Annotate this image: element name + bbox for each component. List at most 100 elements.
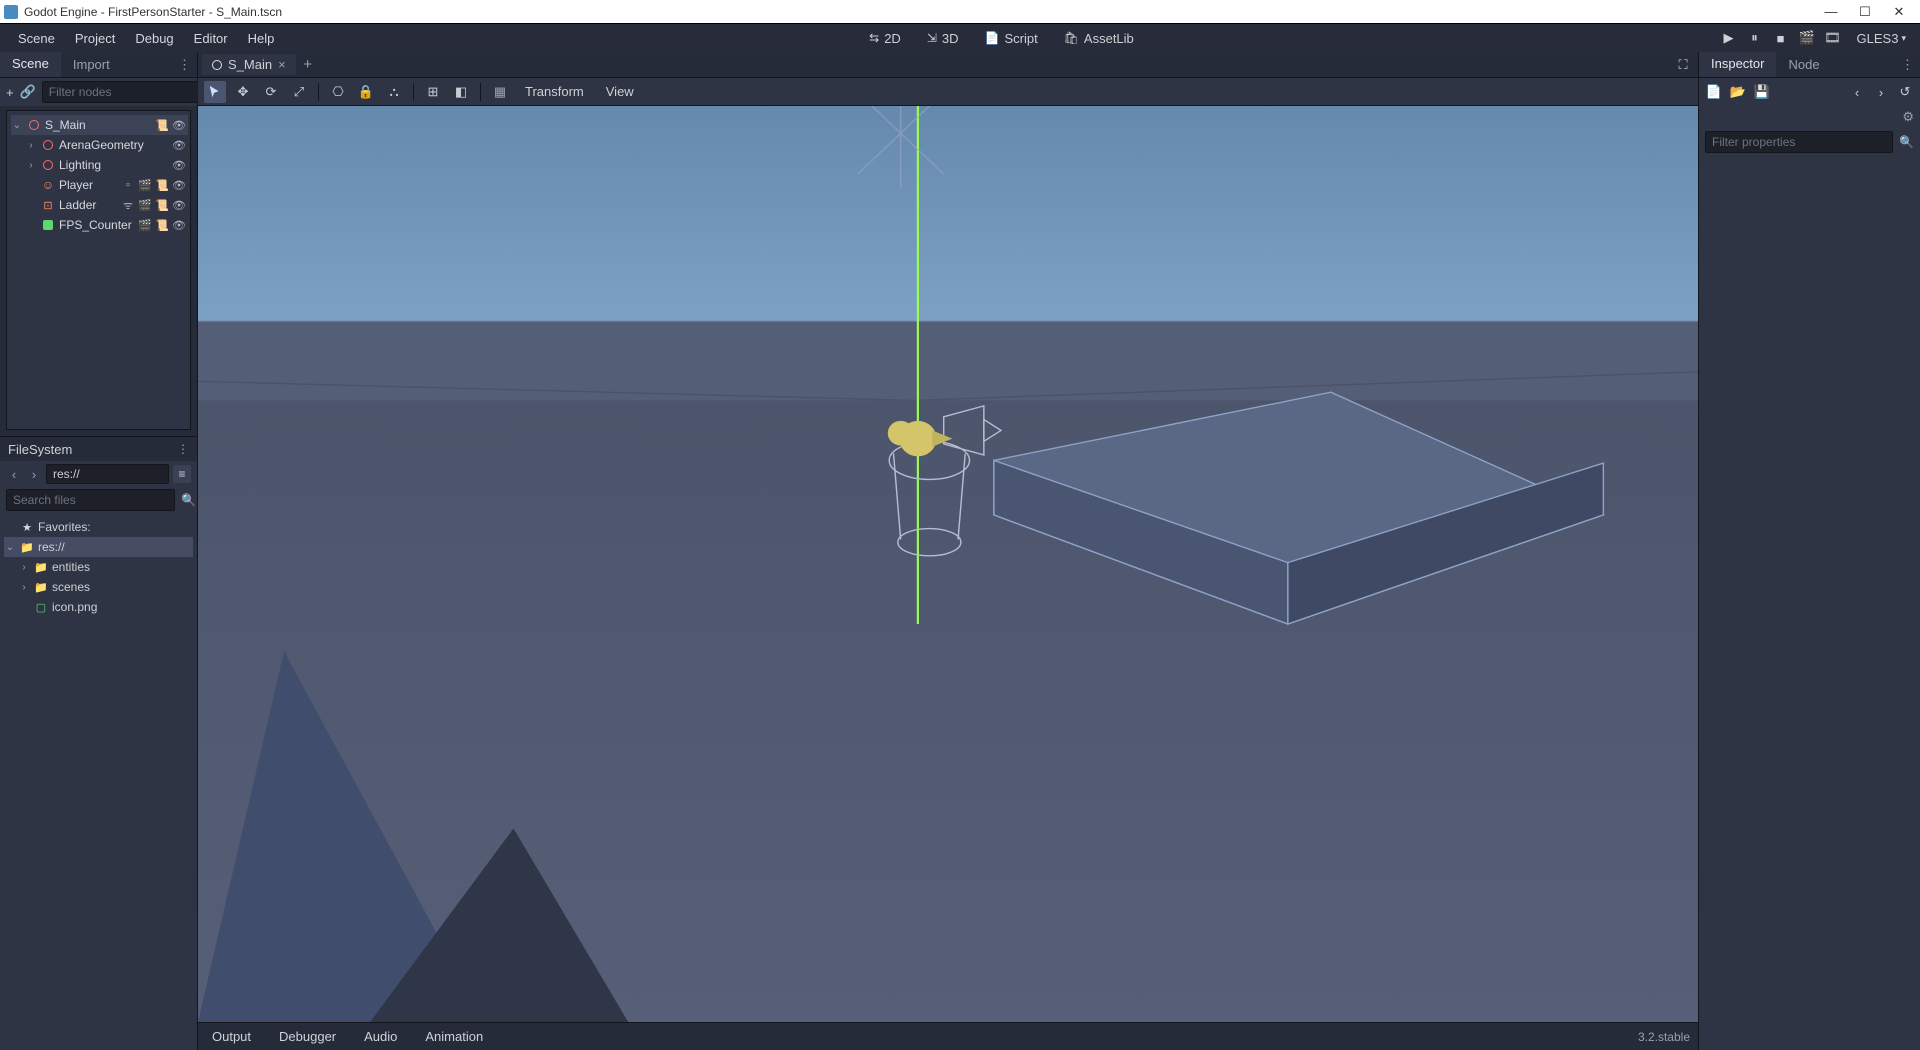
visibility-icon[interactable]: 👁 (172, 198, 186, 212)
fs-item[interactable]: › 📁 scenes (4, 577, 193, 597)
play-custom-scene-button[interactable]: 🎞 (1823, 28, 1843, 48)
fs-item[interactable]: ▢ icon.png (4, 597, 193, 617)
history-back-icon[interactable]: ‹ (1848, 83, 1866, 101)
filesystem-tree[interactable]: ★ Favorites: ⌄ 📁 res:// › 📁 entities › 📁… (0, 513, 197, 1050)
close-tab-icon[interactable]: × (278, 57, 286, 72)
fs-search-input[interactable] (6, 489, 175, 511)
fs-item[interactable]: ⌄ 📁 res:// (4, 537, 193, 557)
add-node-button[interactable]: + (6, 83, 14, 101)
close-window-button[interactable]: ✕ (1882, 0, 1916, 23)
move-mode-button[interactable]: ✥ (232, 81, 254, 103)
menu-scene[interactable]: Scene (8, 27, 65, 50)
script-icon[interactable]: 📜 (155, 218, 169, 232)
chevron-down-icon: ▾ (1901, 34, 1906, 43)
spatial-icon (41, 138, 55, 152)
group-icon[interactable]: ⛬ (383, 81, 405, 103)
play-button[interactable]: ▶ (1719, 28, 1739, 48)
menu-debug[interactable]: Debug (125, 27, 183, 50)
snap-toggle[interactable]: ⊞ (422, 81, 444, 103)
pause-button[interactable]: ⏸ (1745, 28, 1765, 48)
lock-icon[interactable]: 🔒 (355, 81, 377, 103)
transform-menu[interactable]: Transform (517, 81, 592, 102)
object-snap-icon[interactable]: ◧ (450, 81, 472, 103)
expand-toggle[interactable]: › (25, 160, 37, 171)
load-resource-icon[interactable]: 📂 (1729, 83, 1747, 101)
history-icon[interactable]: ↺ (1896, 83, 1914, 101)
filesystem-options-icon[interactable]: ⋮ (177, 443, 189, 455)
scene-dock-options-icon[interactable]: ⋮ (172, 52, 197, 77)
bottom-tab-output[interactable]: Output (206, 1026, 257, 1047)
history-forward-icon[interactable]: › (1872, 83, 1890, 101)
tab-import[interactable]: Import (61, 52, 122, 77)
tree-node-root[interactable]: ⌄ S_Main 📜👁 (11, 115, 188, 135)
search-icon[interactable]: 🔍 (181, 494, 196, 506)
fs-path-box[interactable]: res:// (46, 464, 169, 484)
stop-button[interactable]: ■ (1771, 28, 1791, 48)
tab-scene[interactable]: Scene (0, 52, 61, 77)
select-mode-button[interactable] (204, 81, 226, 103)
inspector-filter-input[interactable] (1705, 131, 1893, 153)
scene-tree[interactable]: ⌄ S_Main 📜👁 › ArenaGeometry 👁 › Lighting… (6, 110, 191, 430)
fs-split-toggle[interactable]: ≡ (173, 465, 191, 483)
fs-back-button[interactable]: ‹ (6, 467, 22, 482)
local-transform-toggle[interactable]: ⎔ (327, 81, 349, 103)
tree-node[interactable]: ☺ Player ▫🎬📜👁 (11, 175, 188, 195)
scale-mode-button[interactable]: ⤢ (288, 81, 310, 103)
visibility-icon[interactable]: 👁 (172, 218, 186, 232)
minimize-button[interactable]: — (1814, 0, 1848, 23)
maximize-button[interactable]: ☐ (1848, 0, 1882, 23)
workspace-assetlib[interactable]: 🛍AssetLib (1056, 28, 1142, 49)
rotate-mode-button[interactable]: ⟳ (260, 81, 282, 103)
bottom-tab-audio[interactable]: Audio (358, 1026, 403, 1047)
menu-help[interactable]: Help (238, 27, 285, 50)
editable-children-icon[interactable]: ▫ (121, 178, 135, 192)
tree-node[interactable]: › Lighting 👁 (11, 155, 188, 175)
visibility-icon[interactable]: 👁 (172, 178, 186, 192)
fs-item[interactable]: › 📁 entities (4, 557, 193, 577)
open-scene-icon[interactable]: 🎬 (138, 218, 152, 232)
visibility-icon[interactable]: 👁 (172, 158, 186, 172)
bottom-tab-animation[interactable]: Animation (419, 1026, 489, 1047)
signal-icon[interactable]: ᯤ (121, 198, 135, 212)
fs-forward-button[interactable]: › (26, 467, 42, 482)
expand-toggle[interactable]: › (25, 140, 37, 151)
tab-inspector[interactable]: Inspector (1699, 52, 1776, 77)
scene-tab[interactable]: S_Main × (202, 54, 296, 75)
inspector-dock-options-icon[interactable]: ⋮ (1895, 52, 1920, 77)
view-menu[interactable]: View (598, 81, 642, 102)
script-icon[interactable]: 📜 (155, 198, 169, 212)
save-resource-icon[interactable]: 💾 (1753, 83, 1771, 101)
expand-toggle[interactable]: ⌄ (4, 542, 16, 553)
new-scene-tab-button[interactable]: + (298, 56, 318, 73)
tree-node[interactable]: ⊡ Ladder ᯤ🎬📜👁 (11, 195, 188, 215)
visibility-icon[interactable]: 👁 (172, 138, 186, 152)
instance-scene-button[interactable]: 🔗 (20, 83, 36, 101)
workspace-3d[interactable]: ⇲3D (919, 28, 967, 49)
expand-toggle[interactable]: ⌄ (11, 120, 23, 131)
distraction-free-toggle[interactable]: ⛶ (1672, 54, 1694, 76)
camera-preview-icon[interactable]: ▦ (489, 81, 511, 103)
filter-options-icon[interactable]: ⚙ (1902, 109, 1914, 125)
script-icon[interactable]: 📜 (155, 118, 169, 132)
scene-filter-input[interactable] (42, 81, 211, 103)
expand-toggle[interactable]: › (18, 562, 30, 573)
menu-project[interactable]: Project (65, 27, 125, 50)
tree-node[interactable]: FPS_Counter 🎬📜👁 (11, 215, 188, 235)
menu-editor[interactable]: Editor (184, 27, 238, 50)
new-resource-icon[interactable]: 📄 (1705, 83, 1723, 101)
visibility-icon[interactable]: 👁 (172, 118, 186, 132)
script-icon[interactable]: 📜 (155, 178, 169, 192)
bottom-tab-debugger[interactable]: Debugger (273, 1026, 342, 1047)
3d-viewport[interactable]: Perspective (198, 106, 1698, 1022)
renderer-selector[interactable]: GLES3▾ (1857, 31, 1906, 46)
expand-toggle[interactable]: › (18, 582, 30, 593)
workspace-2d[interactable]: ⇆2D (861, 28, 909, 49)
workspace-script[interactable]: 📄Script (977, 28, 1046, 49)
open-scene-icon[interactable]: 🎬 (138, 198, 152, 212)
search-icon[interactable]: 🔍 (1899, 136, 1914, 148)
open-scene-icon[interactable]: 🎬 (138, 178, 152, 192)
tab-node[interactable]: Node (1776, 52, 1831, 77)
play-scene-button[interactable]: 🎬 (1797, 28, 1817, 48)
tree-node[interactable]: › ArenaGeometry 👁 (11, 135, 188, 155)
fs-favorites[interactable]: ★ Favorites: (4, 517, 193, 537)
